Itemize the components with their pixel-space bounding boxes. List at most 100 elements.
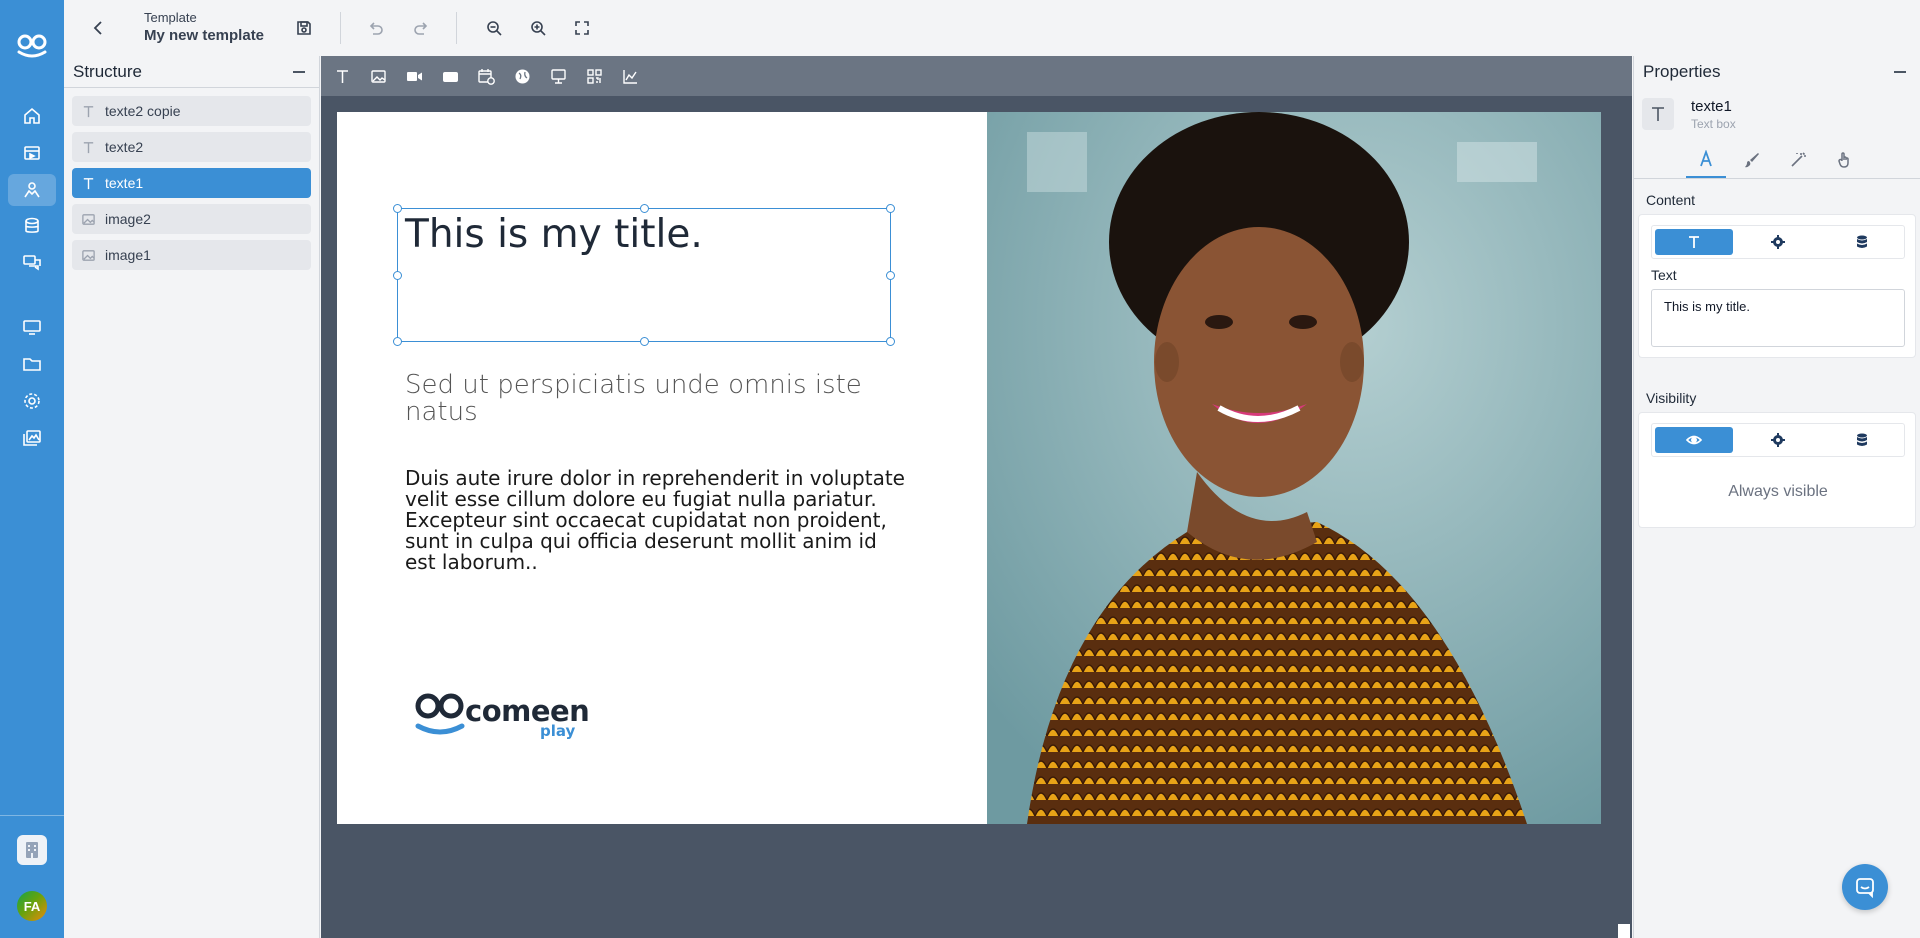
static-text-option[interactable]: [1655, 229, 1733, 255]
always-visible-option[interactable]: [1655, 427, 1733, 453]
resize-handle[interactable]: [886, 204, 895, 213]
tab-interactions[interactable]: [1824, 142, 1864, 178]
datasource-visibility-option[interactable]: [1823, 427, 1901, 453]
resize-handle[interactable]: [886, 337, 895, 346]
zoom-out-button[interactable]: [480, 14, 508, 42]
panel-title: Structure: [73, 61, 142, 81]
fit-screen-button[interactable]: [568, 14, 596, 42]
nav-home[interactable]: [8, 100, 56, 132]
canvas-body-text[interactable]: Duis aute irure dolor in reprehenderit i…: [405, 468, 905, 573]
redo-button[interactable]: [407, 14, 435, 42]
add-calendar-widget[interactable]: [476, 66, 496, 86]
save-button[interactable]: [290, 14, 318, 42]
content-card: Text This is my title.: [1638, 214, 1916, 358]
resize-handle[interactable]: [886, 271, 895, 280]
organization-button[interactable]: [17, 835, 47, 865]
add-presentation-widget[interactable]: [548, 66, 568, 86]
templates-icon: [24, 182, 40, 198]
comeen-logo-mark-icon: [415, 693, 465, 735]
text-content-input[interactable]: This is my title.: [1651, 289, 1905, 347]
selection-box[interactable]: [393, 204, 895, 346]
support-chat-button[interactable]: [1842, 864, 1888, 910]
toolbar-divider: [340, 12, 341, 44]
nav-database[interactable]: [8, 210, 56, 242]
add-image-widget[interactable]: [368, 66, 388, 86]
tab-content[interactable]: [1686, 142, 1726, 178]
template-canvas[interactable]: This is my title. Sed ut perspiciatis un…: [337, 112, 1601, 824]
folder-icon: [23, 358, 41, 371]
datasource-option[interactable]: [1823, 229, 1901, 255]
collapse-structure-button[interactable]: [293, 70, 305, 73]
canvas-subtitle-text[interactable]: Sed ut perspiciatis unde omnis iste natu…: [405, 372, 865, 426]
visibility-section-label: Visibility: [1646, 390, 1697, 406]
calendar-widget-icon: [477, 68, 495, 85]
dynamic-option[interactable]: [1739, 229, 1817, 255]
nav-screens[interactable]: [8, 311, 56, 343]
add-text-widget[interactable]: [332, 66, 352, 86]
layer-label: texte2 copie: [105, 103, 181, 119]
image-widget-icon: [370, 69, 386, 83]
properties-panel: Properties texte1 Text box Content Text …: [1633, 56, 1920, 938]
nav-files[interactable]: [8, 348, 56, 380]
layer-item[interactable]: image1: [72, 240, 311, 270]
resize-handle[interactable]: [393, 337, 402, 346]
conditional-visibility-option[interactable]: [1739, 427, 1817, 453]
magic-wand-icon: [1791, 152, 1806, 167]
home-icon: [24, 107, 40, 124]
resize-handle[interactable]: [640, 204, 649, 213]
tab-style[interactable]: [1732, 142, 1772, 178]
back-button[interactable]: [85, 14, 113, 42]
comeen-logo-icon[interactable]: [16, 34, 48, 58]
nav-settings[interactable]: [8, 385, 56, 417]
layer-item[interactable]: image2: [72, 204, 311, 234]
collapse-properties-button[interactable]: [1894, 71, 1906, 73]
properties-header: Properties: [1634, 56, 1920, 88]
layer-list: texte2 copie texte2 texte1 image2 image1: [64, 88, 319, 284]
nav-gallery[interactable]: [8, 422, 56, 454]
qrcode-widget-icon: [586, 68, 602, 84]
nav-messages[interactable]: [8, 247, 56, 279]
layer-item[interactable]: texte2 copie: [72, 96, 311, 126]
panel-title: Properties: [1643, 62, 1721, 81]
layer-item-selected[interactable]: texte1: [72, 168, 311, 198]
visibility-toggle: [1651, 423, 1905, 457]
layer-label: texte2: [105, 139, 144, 155]
add-web-widget[interactable]: [512, 66, 532, 86]
portrait-photo[interactable]: [987, 112, 1601, 824]
text-field-label: Text: [1651, 267, 1677, 283]
text-icon: [80, 103, 96, 119]
element-name: texte1: [1691, 98, 1732, 115]
element-type: Text box: [1691, 117, 1736, 131]
add-shape-widget[interactable]: [440, 66, 460, 86]
nav-templates[interactable]: [8, 174, 56, 206]
video-widget-icon: [406, 71, 422, 81]
content-section-label: Content: [1646, 192, 1696, 208]
nav-media[interactable]: [8, 137, 56, 169]
resize-handle[interactable]: [393, 204, 402, 213]
layer-item[interactable]: texte2: [72, 132, 311, 162]
building-icon: [26, 842, 38, 858]
pointer-hand-icon: [1838, 152, 1849, 168]
user-avatar[interactable]: FA: [17, 891, 47, 921]
undo-button[interactable]: [362, 14, 390, 42]
resize-handle[interactable]: [640, 337, 649, 346]
editor-workspace[interactable]: This is my title. Sed ut perspiciatis un…: [321, 56, 1632, 938]
database-icon: [1857, 235, 1867, 248]
text-icon: [80, 139, 96, 155]
visibility-card: Always visible: [1638, 412, 1916, 528]
gear-icon: [1771, 235, 1785, 249]
layer-label: image2: [105, 211, 151, 227]
add-video-widget[interactable]: [404, 66, 424, 86]
canvas-corner-chip: [1618, 924, 1630, 938]
expand-icon: [575, 21, 589, 35]
undo-icon: [369, 22, 383, 35]
add-chart-widget[interactable]: [620, 66, 640, 86]
resize-handle[interactable]: [393, 271, 402, 280]
top-toolbar: Template My new template: [64, 0, 1920, 56]
zoom-in-button[interactable]: [524, 14, 552, 42]
text-box-icon: [1642, 98, 1674, 130]
tab-effects[interactable]: [1778, 142, 1818, 178]
add-qrcode-widget[interactable]: [584, 66, 604, 86]
comeen-play-logo[interactable]: comeen play: [415, 692, 590, 742]
selected-element-summary: texte1 Text box: [1642, 98, 1736, 131]
